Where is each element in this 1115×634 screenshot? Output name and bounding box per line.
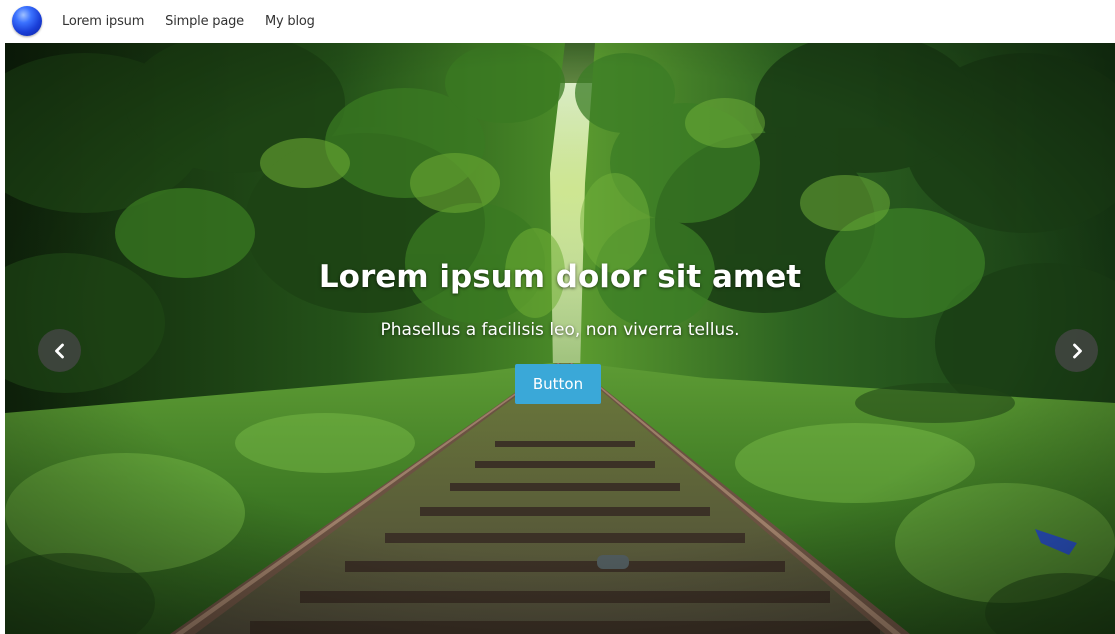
main-nav: Lorem ipsum Simple page My blog: [62, 0, 336, 43]
chevron-left-icon: [54, 343, 64, 358]
hero-subtitle: Phasellus a facilisis leo, non viverra t…: [380, 320, 740, 340]
site-logo[interactable]: [12, 6, 42, 36]
nav-link-simple-page[interactable]: Simple page: [165, 14, 244, 29]
nav-link-lorem-ipsum[interactable]: Lorem ipsum: [62, 14, 144, 29]
chevron-right-icon: [1072, 343, 1082, 358]
carousel-next-button[interactable]: [1055, 329, 1098, 372]
hero-carousel: Lorem ipsum dolor sit amet Phasellus a f…: [5, 43, 1115, 634]
top-navbar: Lorem ipsum Simple page My blog: [0, 0, 1115, 43]
hero-cta-button[interactable]: Button: [515, 364, 601, 404]
nav-link-my-blog[interactable]: My blog: [265, 14, 315, 29]
hero-title: Lorem ipsum dolor sit amet: [318, 259, 802, 295]
carousel-prev-button[interactable]: [38, 329, 81, 372]
